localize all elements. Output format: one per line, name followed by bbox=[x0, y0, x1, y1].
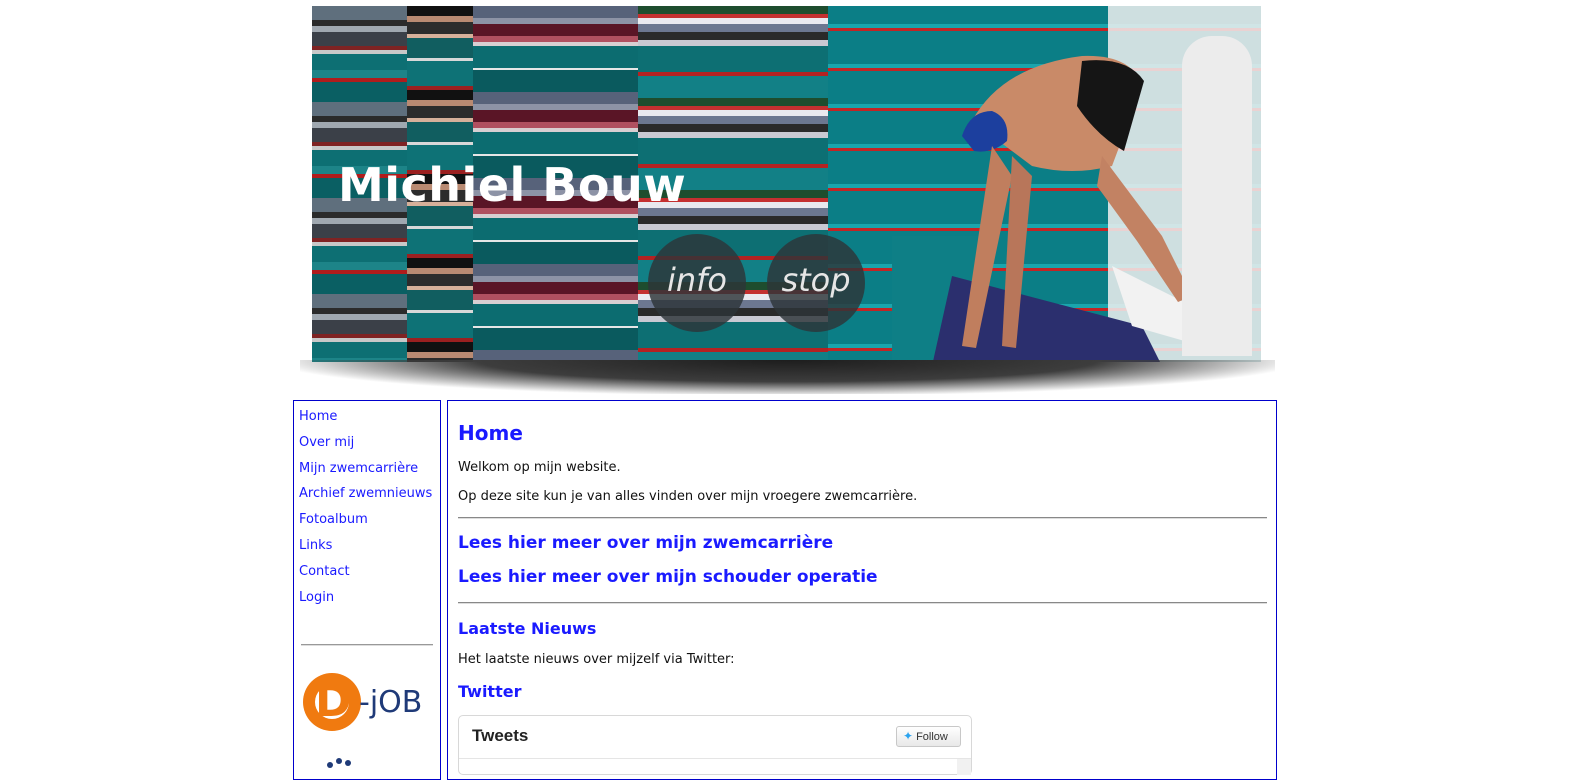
sidebar-menu: Home Over mij Mijn zwemcarrière Archief … bbox=[299, 407, 435, 613]
sidebar-item-zwemcarriere[interactable]: Mijn zwemcarrière bbox=[299, 461, 418, 476]
sidebar-nav: Home Over mij Mijn zwemcarrière Archief … bbox=[293, 400, 441, 780]
twitter-follow-button[interactable]: ✦ Follow bbox=[896, 726, 961, 747]
sidebar-item-login[interactable]: Login bbox=[299, 590, 334, 605]
twitter-widget: Tweets ✦ Follow bbox=[458, 715, 972, 775]
content-divider bbox=[458, 602, 1267, 604]
info-button[interactable]: info bbox=[648, 234, 746, 332]
intro-text: Op deze site kun je van alles vinden ove… bbox=[458, 489, 918, 504]
djob-sponsor-logo[interactable]: D -jOB bbox=[303, 673, 433, 735]
news-heading: Laatste Nieuws bbox=[458, 619, 597, 638]
sidebar-item-over-mij[interactable]: Over mij bbox=[299, 435, 354, 450]
news-text: Het laatste nieuws over mijzelf via Twit… bbox=[458, 652, 735, 667]
shoulder-operation-link[interactable]: Lees hier meer over mijn schouder operat… bbox=[458, 567, 878, 587]
page-title: Home bbox=[458, 421, 523, 445]
banner-shadow bbox=[300, 360, 1275, 394]
sidebar-item-fotoalbum[interactable]: Fotoalbum bbox=[299, 512, 368, 527]
main-content: Home Welkom op mijn website. Op deze sit… bbox=[447, 400, 1277, 780]
career-link[interactable]: Lees hier meer over mijn zwemcarrière bbox=[458, 533, 833, 553]
sidebar-item-contact[interactable]: Contact bbox=[299, 564, 350, 579]
banner-official-figure bbox=[1182, 36, 1252, 356]
content-divider bbox=[458, 517, 1267, 519]
banner-swimmer-illustration bbox=[892, 55, 1202, 362]
sidebar-item-archief[interactable]: Archief zwemnieuws bbox=[299, 486, 432, 501]
second-sponsor-logo[interactable] bbox=[324, 751, 364, 771]
tweets-scrollbar[interactable] bbox=[957, 759, 971, 775]
djob-logo-letter: D bbox=[315, 676, 352, 727]
site-title: Michiel Bouw bbox=[338, 158, 687, 212]
sidebar-divider bbox=[301, 644, 433, 646]
twitter-heading: Twitter bbox=[458, 682, 522, 701]
intro-text: Welkom op mijn website. bbox=[458, 460, 621, 475]
tweets-title: Tweets bbox=[472, 726, 529, 745]
sidebar-item-links[interactable]: Links bbox=[299, 538, 332, 553]
follow-label: Follow bbox=[916, 731, 948, 743]
sidebar-item-home[interactable]: Home bbox=[299, 409, 337, 424]
djob-logo-text: -jOB bbox=[359, 685, 423, 720]
tweets-divider bbox=[459, 758, 971, 759]
twitter-bird-icon: ✦ bbox=[903, 729, 914, 743]
stop-button[interactable]: stop bbox=[767, 234, 865, 332]
